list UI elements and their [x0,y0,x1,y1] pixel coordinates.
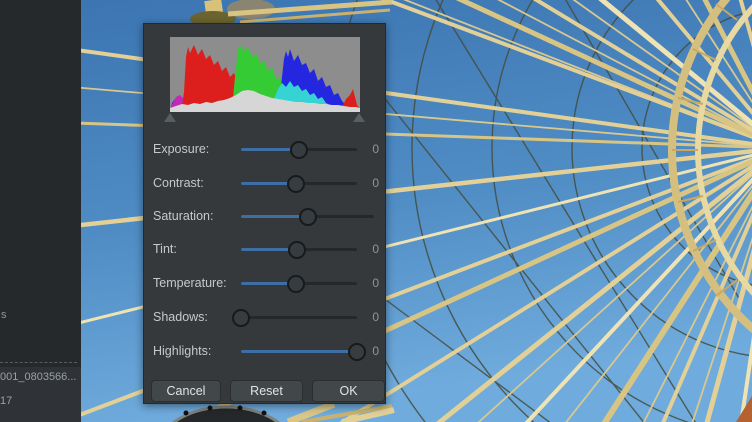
temperature-slider[interactable] [241,282,357,285]
contrast-label: Contrast: [153,176,204,190]
histogram-black-point-marker[interactable] [164,113,176,122]
sidebar-partial-label: s [1,309,7,321]
shadows-slider-thumb[interactable] [232,309,250,327]
rgb-histogram [170,37,360,112]
tint-slider-thumb[interactable] [288,241,306,259]
file-meta: 17 [0,395,12,407]
slider-row-highlights: Highlights: 0 [144,342,387,360]
highlights-value: 0 [372,344,379,358]
highlights-slider-thumb[interactable] [348,343,366,361]
tint-label: Tint: [153,242,177,256]
cancel-button[interactable]: Cancel [151,380,221,402]
slider-row-saturation: Saturation: [144,207,387,225]
temperature-label: Temperature: [153,276,227,290]
contrast-value: 0 [372,176,379,190]
exposure-slider-thumb[interactable] [290,141,308,159]
adjustments-dialog: Exposure: 0 Contrast: 0 Saturation: [143,23,386,404]
saturation-label: Saturation: [153,209,213,223]
temperature-slider-thumb[interactable] [287,275,305,293]
file-name: 001_0803566... [0,371,81,383]
exposure-slider[interactable] [241,148,357,151]
tint-slider[interactable] [241,248,357,251]
slider-fill [241,350,357,353]
slider-row-tint: Tint: 0 [144,240,387,258]
slider-row-exposure: Exposure: 0 [144,140,387,158]
thumbnail-sidebar: s 001_0803566... 17 [0,0,81,422]
temperature-value: 0 [372,276,379,290]
screen: s 001_0803566... 17 Exposure: [0,0,752,422]
histogram-white-point-marker[interactable] [353,113,365,122]
slider-row-shadows: Shadows: 0 [144,308,387,326]
slider-row-temperature: Temperature: 0 [144,274,387,292]
contrast-slider-thumb[interactable] [287,175,305,193]
exposure-label: Exposure: [153,142,209,156]
highlights-label: Highlights: [153,344,211,358]
contrast-slider[interactable] [241,182,357,185]
reset-button[interactable]: Reset [230,380,303,402]
saturation-slider-thumb[interactable] [299,208,317,226]
slider-row-contrast: Contrast: 0 [144,174,387,192]
exposure-value: 0 [372,142,379,156]
sidebar-separator [0,362,77,363]
highlights-slider[interactable] [241,350,357,353]
saturation-slider[interactable] [241,215,374,218]
ok-button[interactable]: OK [312,380,385,402]
shadows-value: 0 [372,310,379,324]
tint-value: 0 [372,242,379,256]
shadows-slider[interactable] [241,316,357,319]
file-list-item[interactable]: 001_0803566... 17 [0,367,81,422]
shadows-label: Shadows: [153,310,208,324]
